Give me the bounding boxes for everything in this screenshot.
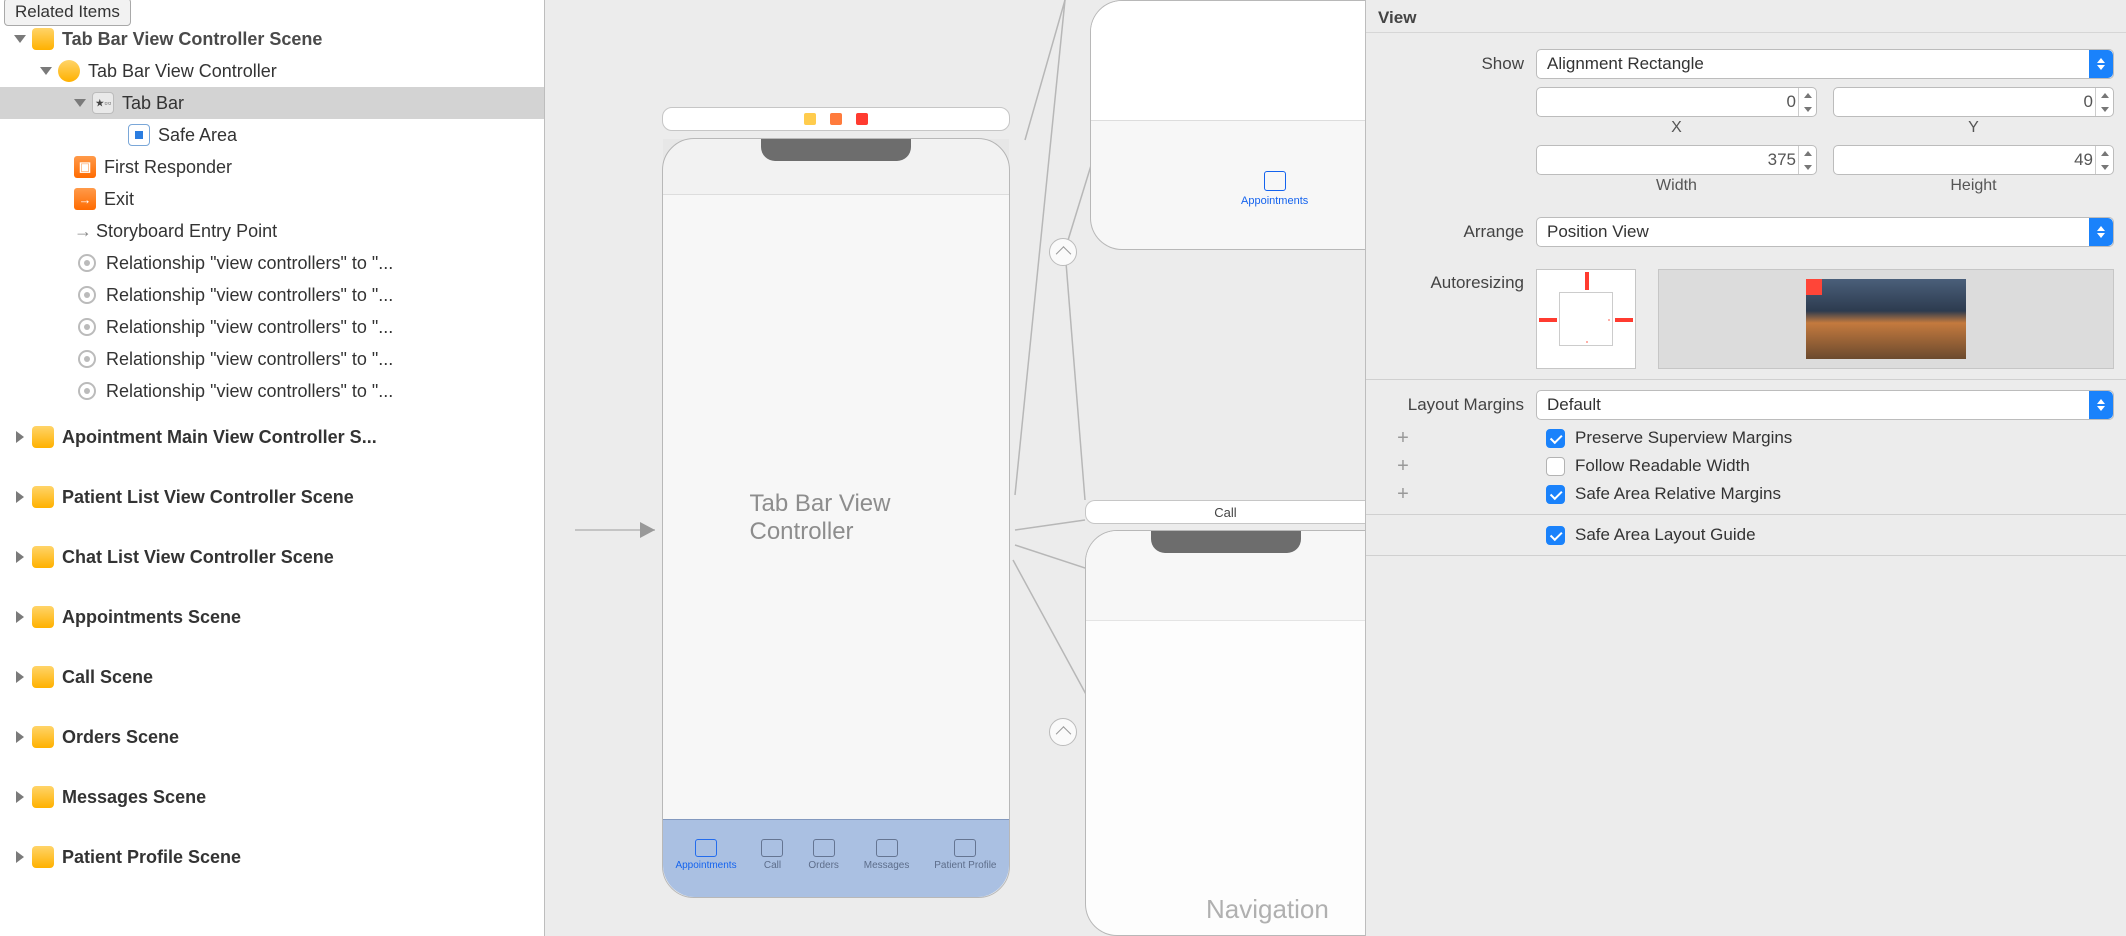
height-input[interactable]: 49 [1833,145,2114,175]
scene-icon [32,846,54,868]
arrange-label: Arrange [1378,222,1524,242]
relationship-icon [78,382,96,400]
follow-readable-checkbox[interactable] [1546,457,1565,476]
relationship-node[interactable]: Relationship "view controllers" to "... [0,343,544,375]
segue-icon[interactable] [1049,238,1077,266]
relationship-node[interactable]: Relationship "view controllers" to "... [0,311,544,343]
scene-node[interactable]: Apointment Main View Controller S... [0,421,544,453]
call-preview[interactable]: Navigation [1085,530,1365,936]
view-controller-node[interactable]: Tab Bar View Controller [0,55,544,87]
tab-bar-node[interactable]: ★ ▫ ▫ Tab Bar [0,87,544,119]
storyboard-canvas[interactable]: Tab Bar View Controller Appointments Cal… [545,0,1365,936]
tab-patient-profile[interactable]: Patient Profile [934,839,996,871]
x-sublabel: X [1536,119,1817,137]
main-phone-preview[interactable]: Tab Bar View Controller Appointments Cal… [662,138,1010,898]
scene-node[interactable]: Appointments Scene [0,601,544,633]
safe-area-guide-label: Safe Area Layout Guide [1575,525,1756,545]
scene-node[interactable]: Orders Scene [0,721,544,753]
width-input[interactable]: 375 [1536,145,1817,175]
scene-icon [32,546,54,568]
segue-icon[interactable] [1049,718,1077,746]
width-sublabel: Width [1536,177,1817,195]
add-margin-button[interactable]: + [1394,429,1412,447]
safe-area-guide-checkbox[interactable] [1546,526,1565,545]
height-sublabel: Height [1833,177,2114,195]
entry-point-node[interactable]: → Storyboard Entry Point [0,215,544,247]
relationship-icon [78,286,96,304]
preserve-superview-checkbox[interactable] [1546,429,1565,448]
show-select[interactable]: Alignment Rectangle [1536,49,2114,79]
calendar-icon [1264,171,1286,191]
add-margin-button[interactable]: + [1394,485,1412,503]
arrange-select[interactable]: Position View [1536,217,2114,247]
first-responder-icon: ▣ [74,156,96,178]
scene-icon [32,666,54,688]
relationship-node[interactable]: Relationship "view controllers" to "... [0,247,544,279]
controller-label: Tab Bar View Controller [750,490,923,546]
scene-icon [32,786,54,808]
show-label: Show [1378,54,1524,74]
dot-icon [830,113,842,125]
scene-icon [32,28,54,50]
scene-node[interactable]: Call Scene [0,661,544,693]
tab-messages[interactable]: Messages [864,839,910,871]
y-input[interactable]: 0 [1833,87,2114,117]
scene-icon [32,726,54,748]
relationship-icon [78,350,96,368]
scene-icon [32,426,54,448]
follow-readable-label: Follow Readable Width [1575,456,1750,476]
appointments-preview[interactable]: Appointments [1090,0,1365,250]
call-scene-title[interactable]: Call [1085,500,1365,524]
scene-node[interactable]: Messages Scene [0,781,544,813]
scene-node[interactable]: Chat List View Controller Scene [0,541,544,573]
safe-area-node[interactable]: Safe Area [0,119,544,151]
safe-area-relative-label: Safe Area Relative Margins [1575,484,1781,504]
related-items-button[interactable]: Related Items [4,0,131,26]
add-margin-button[interactable]: + [1394,457,1412,475]
section-header: View [1366,0,2126,33]
y-sublabel: Y [1833,119,2114,137]
first-responder-node[interactable]: ▣ First Responder [0,151,544,183]
scene-icon [32,606,54,628]
preserve-superview-label: Preserve Superview Margins [1575,428,1792,448]
tab-call[interactable]: Call [761,839,783,871]
x-input[interactable]: 0 [1536,87,1817,117]
layout-margins-label: Layout Margins [1378,395,1524,415]
scene-icon [32,486,54,508]
dot-icon [804,113,816,125]
appointments-tab-item: Appointments [1241,171,1308,207]
viewcontroller-icon [58,60,80,82]
tab-orders[interactable]: Orders [808,839,839,871]
tab-appointments[interactable]: Appointments [675,839,736,871]
tabbar-icon: ★ ▫ ▫ [92,92,114,114]
dot-icon [856,113,868,125]
autoresizing-preview [1658,269,2114,369]
tab-bar: Appointments Call Orders Messages Patien… [663,819,1009,897]
exit-node[interactable]: → Exit [0,183,544,215]
scene-title-bar[interactable] [662,107,1010,131]
autoresizing-label: Autoresizing [1378,269,1524,293]
exit-icon: → [74,188,96,210]
relationship-node[interactable]: Relationship "view controllers" to "... [0,375,544,407]
scene-node[interactable]: Patient Profile Scene [0,841,544,873]
scene-root[interactable]: Tab Bar View Controller Scene [0,23,544,55]
safe-area-icon [128,124,150,146]
size-inspector: View Show Alignment Rectangle 0 X 0 Y 37… [1365,0,2126,936]
navigation-label: Navigation [1206,894,1329,925]
arrow-right-icon: → [74,221,96,242]
safe-area-relative-checkbox[interactable] [1546,485,1565,504]
relationship-icon [78,318,96,336]
layout-margins-select[interactable]: Default [1536,390,2114,420]
relationship-icon [78,254,96,272]
autoresizing-control[interactable] [1536,269,1636,369]
document-outline: Related Items Tab Bar View Controller Sc… [0,0,545,936]
scene-node[interactable]: Patient List View Controller Scene [0,481,544,513]
relationship-node[interactable]: Relationship "view controllers" to "... [0,279,544,311]
